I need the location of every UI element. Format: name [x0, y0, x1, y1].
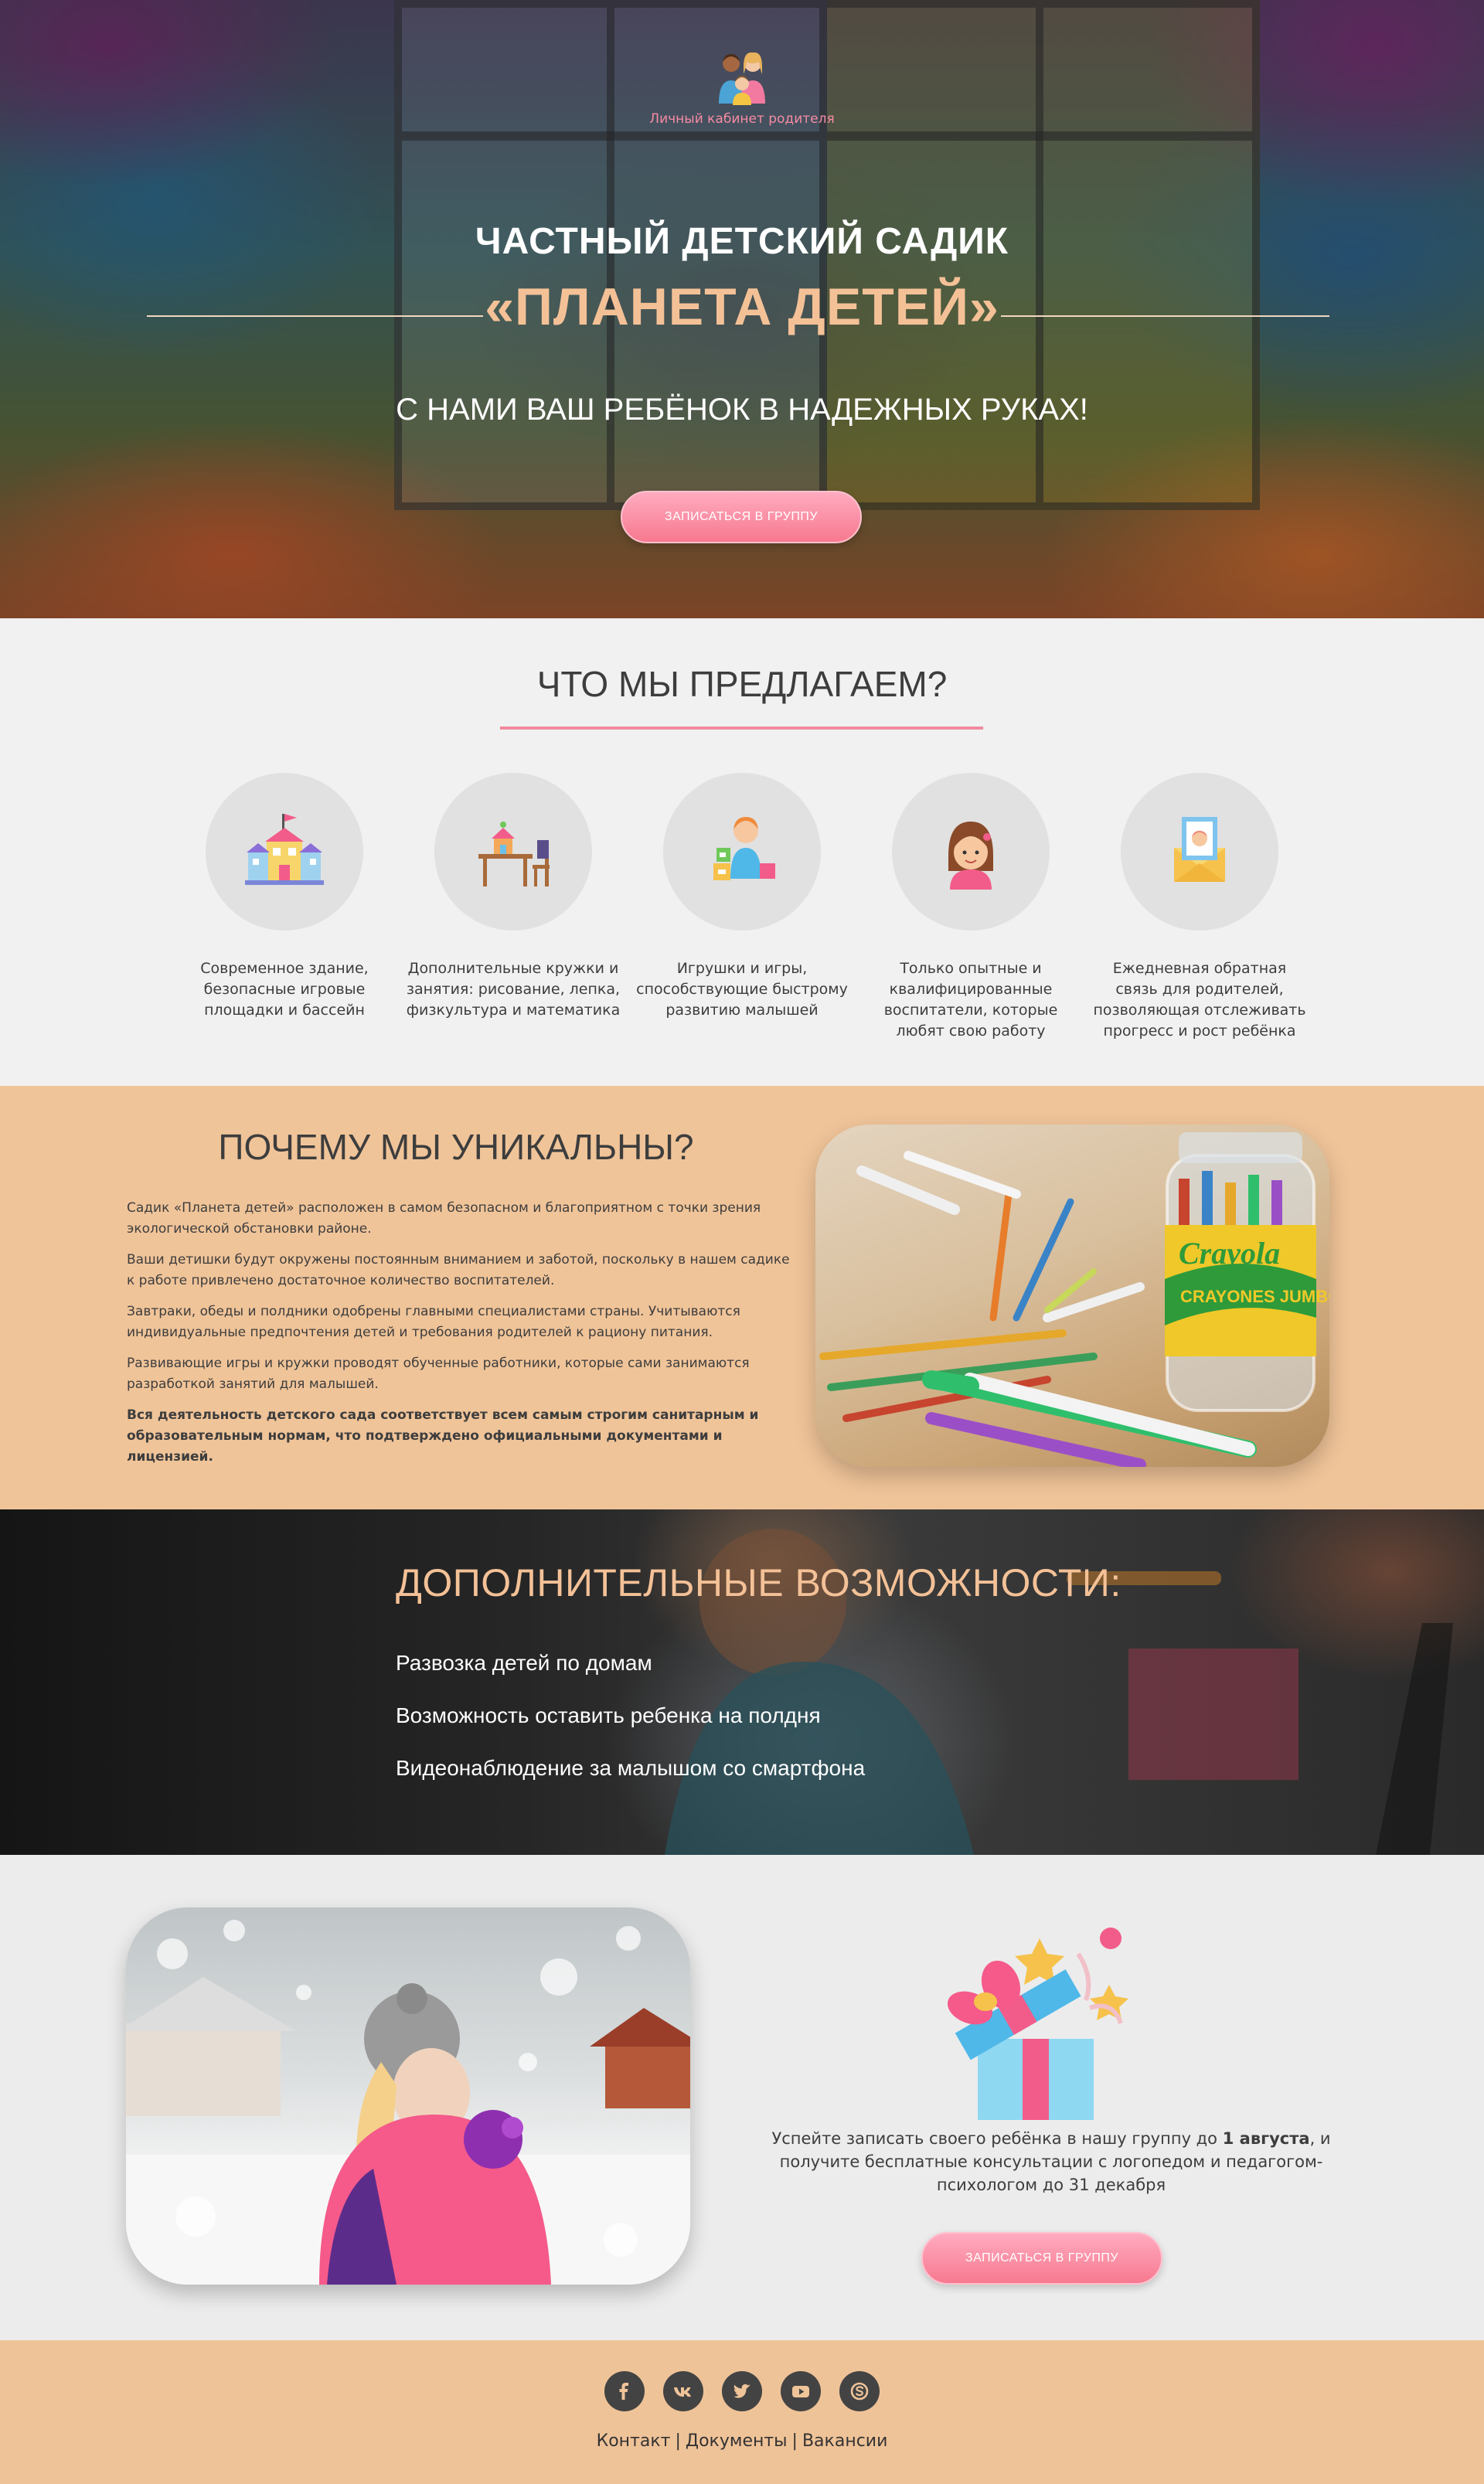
- desk-toys-icon: [478, 822, 550, 886]
- enroll-button-hero[interactable]: ЗАПИСАТЬСЯ В ГРУППУ: [621, 491, 862, 543]
- gift-icon: [947, 1928, 1128, 2120]
- feature-text: Современное здание, безопасные игровые п…: [200, 960, 369, 1019]
- vk-icon[interactable]: [663, 2371, 703, 2411]
- promo-deadline: 1 августа: [1222, 2129, 1310, 2148]
- extra-title: ДОПОЛНИТЕЛЬНЫЕ ВОЗМОЖНОСТИ:: [396, 1561, 1122, 1604]
- facebook-icon[interactable]: [604, 2371, 645, 2411]
- feature-text: Дополнительные кружки и занятия: рисован…: [406, 960, 621, 1019]
- unique-paragraph: Ваши детишки будут окружены постоянным в…: [127, 1252, 790, 1288]
- hero-divider-right: [1001, 315, 1329, 317]
- footer-separator: |: [791, 2431, 798, 2451]
- unique-title: ПОЧЕМУ МЫ УНИКАЛЬНЫ?: [218, 1127, 694, 1167]
- extra-list-item: Развозка детей по домам: [396, 1651, 652, 1675]
- offer-section: ЧТО МЫ ПРЕДЛАГАЕМ? Современное здание, б…: [0, 618, 1484, 1086]
- extra-list: Развозка детей по домам Возможность оста…: [396, 1637, 865, 1795]
- footer-link-contact[interactable]: Контакт: [597, 2431, 671, 2451]
- baby-card-icon: [1174, 817, 1225, 882]
- youtube-icon[interactable]: [781, 2371, 821, 2411]
- feature-item: Только опытные и квалифицированные воспи…: [863, 773, 1079, 1042]
- twitter-icon[interactable]: [722, 2371, 762, 2411]
- promo-section: Успейте записать своего ребёнка в нашу г…: [0, 1855, 1484, 2340]
- footer-link-vacancies[interactable]: Вакансии: [802, 2431, 887, 2451]
- hero-title: ЧАСТНЫЙ ДЕТСКИЙ САДИК: [475, 221, 1009, 262]
- footer: Контакт | Документы | Вакансии: [0, 2340, 1484, 2484]
- parent-account-link[interactable]: Личный кабинет родителя: [645, 48, 839, 127]
- social-links: [604, 2371, 880, 2411]
- crayons-illustration: Crayola CRAYONES JUMBO: [819, 1132, 1329, 1467]
- extra-list-item: Видеонаблюдение за малышом со смартфона: [396, 1756, 866, 1780]
- parent-link-label: Личный кабинет родителя: [649, 111, 835, 127]
- school-building-icon: [245, 814, 324, 885]
- girl-snow-illustration: [126, 1920, 690, 2285]
- parents-icon: [719, 52, 765, 105]
- unique-paragraph: Развивающие игры и кружки проводят обуче…: [127, 1356, 750, 1392]
- girl-teacher-icon: [948, 822, 993, 890]
- feature-item: Ежедневная обратная связь для родителей,…: [1091, 773, 1308, 1042]
- hero-tagline: С НАМИ ВАШ РЕБЁНОК В НАДЕЖНЫХ РУКАХ!: [396, 393, 1088, 427]
- unique-paragraph-bold: Вся деятельность детского сада соответст…: [127, 1407, 759, 1465]
- promo-text: Успейте записать своего ребёнка в нашу г…: [742, 2127, 1360, 2196]
- unique-section: ПОЧЕМУ МЫ УНИКАЛЬНЫ? Садик «Планета дете…: [0, 1086, 1484, 1509]
- feature-text: Игрушки и игры, способствующие быстрому …: [636, 960, 848, 1019]
- feature-text: Ежедневная обратная связь для родителей,…: [1093, 960, 1306, 1040]
- crayons-photo: Crayola CRAYONES JUMBO: [815, 1125, 1329, 1467]
- promo-text-start: Успейте записать своего ребёнка в нашу г…: [771, 2129, 1223, 2148]
- enroll-button-promo[interactable]: ЗАПИСАТЬСЯ В ГРУППУ: [921, 2232, 1162, 2285]
- unique-paragraph: Садик «Планета детей» расположен в самом…: [127, 1200, 761, 1237]
- unique-text: Садик «Планета детей» расположен в самом…: [127, 1198, 799, 1478]
- child-blocks-icon: [713, 817, 775, 880]
- skype-icon[interactable]: [839, 2371, 880, 2411]
- offer-title: ЧТО МЫ ПРЕДЛАГАЕМ?: [536, 664, 948, 704]
- extra-list-item: Возможность оставить ребенка на полдня: [396, 1703, 821, 1727]
- feature-item: Дополнительные кружки и занятия: рисован…: [405, 773, 621, 1021]
- footer-links: Контакт | Документы | Вакансии: [0, 2431, 1484, 2451]
- jar-brand-text: Crayola: [1179, 1236, 1280, 1271]
- hero-section: Личный кабинет родителя ЧАСТНЫЙ ДЕТСКИЙ …: [0, 0, 1484, 618]
- offer-title-underline: [500, 726, 983, 730]
- extra-features-section: ДОПОЛНИТЕЛЬНЫЕ ВОЗМОЖНОСТИ: Развозка дет…: [0, 1509, 1484, 1855]
- feature-item: Современное здание, безопасные игровые п…: [176, 773, 393, 1021]
- feature-item: Игрушки и игры, способствующие быстрому …: [634, 773, 850, 1021]
- jar-label-text: CRAYONES JUMBO: [1180, 1287, 1329, 1306]
- footer-link-documents[interactable]: Документы: [686, 2431, 788, 2451]
- girl-snow-photo: [126, 1907, 690, 2285]
- unique-paragraph: Завтраки, обеды и полдники одобрены глав…: [127, 1304, 740, 1340]
- footer-separator: |: [675, 2431, 681, 2451]
- feature-text: Только опытные и квалифицированные воспи…: [883, 960, 1058, 1040]
- kindergarten-name: «ПЛАНЕТА ДЕТЕЙ»: [485, 277, 999, 336]
